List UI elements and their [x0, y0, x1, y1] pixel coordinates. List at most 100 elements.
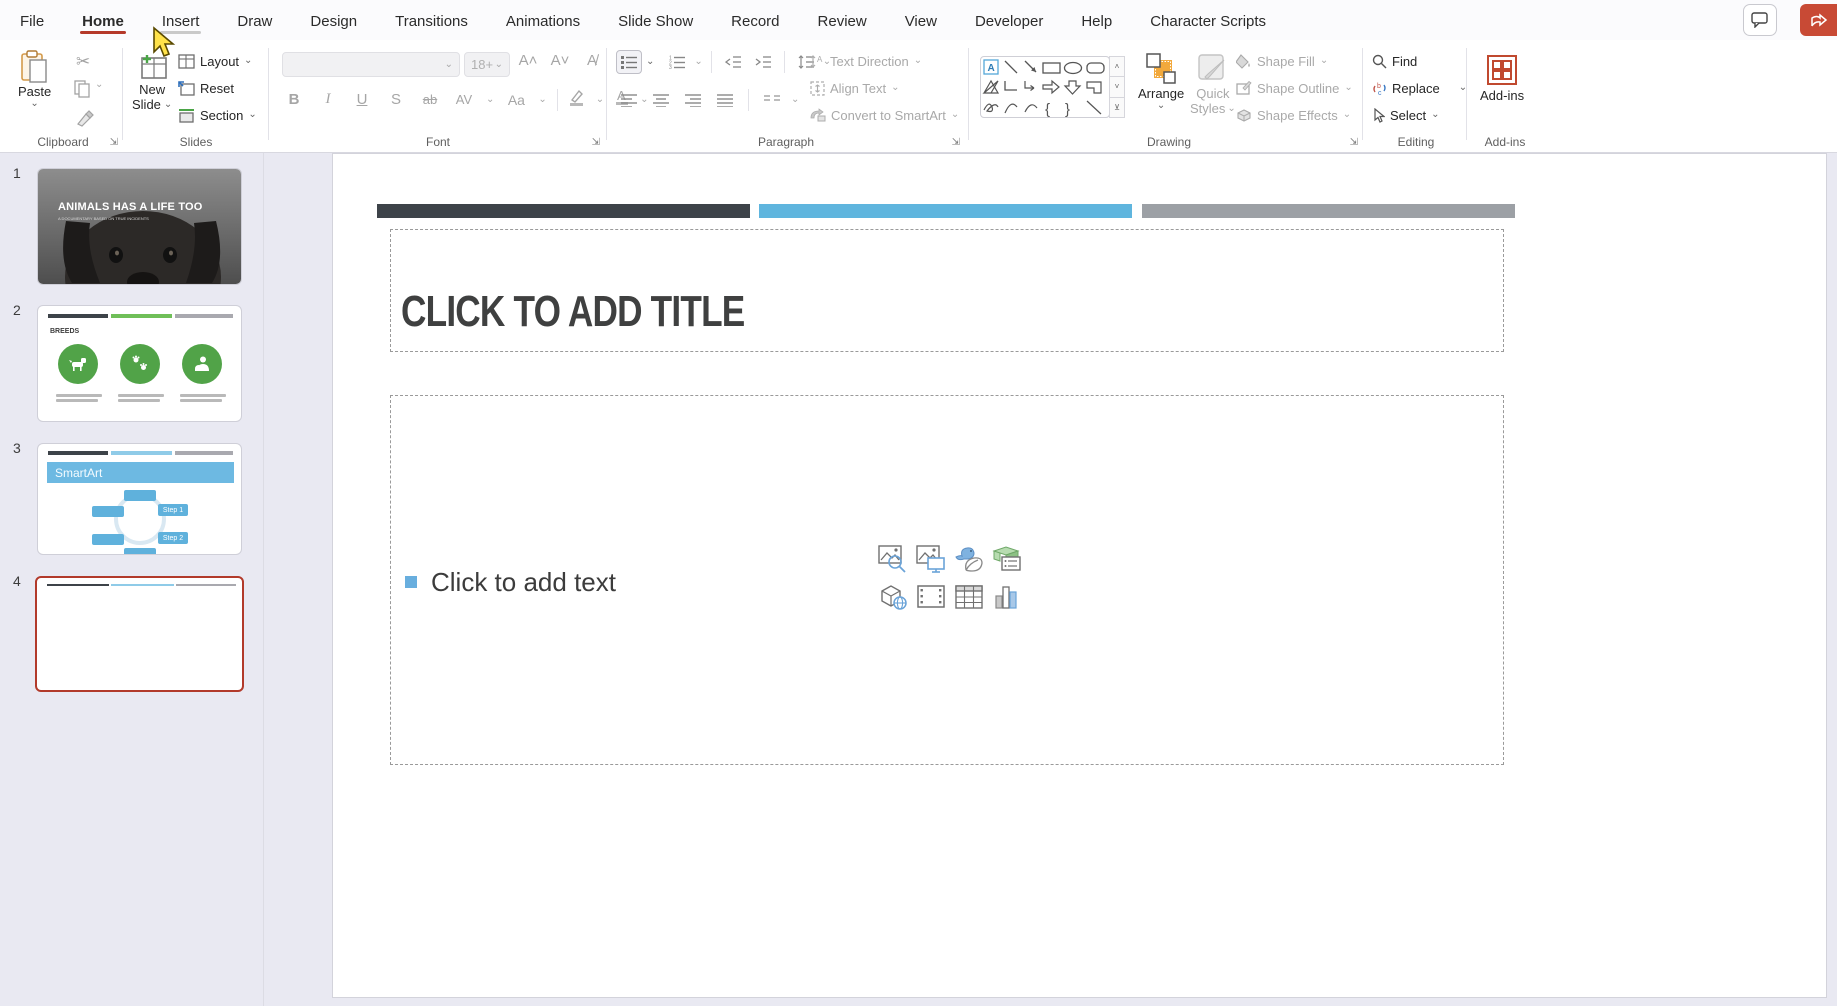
insert-stock-images-button[interactable]: [874, 540, 912, 578]
underline-button[interactable]: U: [350, 91, 374, 108]
columns-button[interactable]: [759, 88, 785, 112]
paste-dropdown[interactable]: ⌄: [30, 99, 38, 109]
shapes-scroll-up[interactable]: ˄: [1109, 56, 1125, 77]
icons-bird-leaf-icon: [954, 545, 984, 573]
numbering-button[interactable]: 1 2 3: [664, 50, 690, 74]
shapes-more-button[interactable]: ⊻: [1109, 98, 1125, 118]
slide-1-thumbnail[interactable]: ANIMALS HAS A LIFE TOO A DOCUMENTARY BAS…: [37, 168, 242, 285]
highlight-color-button[interactable]: [568, 88, 586, 111]
shape-fill-button[interactable]: Shape Fill ⌄: [1236, 48, 1328, 74]
paste-button[interactable]: Paste ⌄: [18, 50, 51, 109]
shrink-font-button[interactable]: A˅: [548, 52, 572, 69]
insert-pictures-button[interactable]: [912, 540, 950, 578]
format-painter-button[interactable]: [76, 110, 94, 133]
shape-fill-icon: [1236, 54, 1252, 69]
font-dialog-launcher[interactable]: ⇲: [592, 137, 600, 148]
slide-bar-dark: [377, 204, 750, 218]
title-placeholder[interactable]: CLICK TO ADD TITLE: [390, 229, 1504, 352]
tab-draw[interactable]: Draw: [235, 4, 274, 37]
menu-tabs: File Home Insert Draw Design Transitions…: [18, 0, 1268, 40]
italic-button[interactable]: I: [316, 91, 340, 108]
replace-button[interactable]: b c Replace ⌄: [1372, 75, 1467, 101]
cut-button[interactable]: ✂: [76, 52, 90, 72]
grow-font-button[interactable]: A˄: [516, 52, 540, 69]
tab-transitions[interactable]: Transitions: [393, 4, 470, 37]
align-center-button[interactable]: [648, 88, 674, 112]
tab-help[interactable]: Help: [1079, 4, 1114, 37]
reset-button[interactable]: Reset: [178, 75, 234, 101]
shapes-scroll-down[interactable]: ˅: [1109, 77, 1125, 97]
align-text-button[interactable]: Align Text ⌄: [810, 75, 900, 101]
increase-indent-button[interactable]: [750, 50, 776, 74]
slide-2-thumbnail[interactable]: BREEDS: [37, 305, 242, 422]
present-share-button[interactable]: [1800, 4, 1837, 36]
align-left-button[interactable]: [616, 88, 642, 112]
new-slide-dropdown[interactable]: ⌄: [164, 100, 172, 110]
insert-smartart-button[interactable]: [988, 540, 1026, 578]
bullets-button[interactable]: [616, 50, 642, 74]
font-size-combo[interactable]: 18+ ⌄: [464, 52, 510, 77]
arrange-button[interactable]: Arrange ⌄: [1138, 52, 1184, 111]
text-direction-button[interactable]: A Text Direction ⌄: [810, 48, 922, 74]
insert-icons-button[interactable]: [950, 540, 988, 578]
insert-chart-button[interactable]: [988, 578, 1026, 616]
font-name-combo[interactable]: ⌄: [282, 52, 460, 77]
smartart-icon: [992, 545, 1022, 573]
change-case-dropdown[interactable]: ⌄: [538, 95, 546, 105]
text-shadow-button[interactable]: S: [384, 91, 408, 108]
tab-view[interactable]: View: [903, 4, 939, 37]
addins-button[interactable]: Add-ins: [1480, 52, 1524, 103]
arrange-dropdown[interactable]: ⌄: [1157, 101, 1165, 111]
layout-icon: [178, 54, 195, 69]
tab-home[interactable]: Home: [80, 4, 126, 37]
decrease-indent-button[interactable]: [720, 50, 746, 74]
tab-file[interactable]: File: [18, 4, 46, 37]
insert-table-button[interactable]: [950, 578, 988, 616]
copy-button[interactable]: ⌄: [74, 80, 103, 98]
insert-video-button[interactable]: [912, 578, 950, 616]
strikethrough-button[interactable]: ab: [418, 92, 442, 107]
tab-slide-show[interactable]: Slide Show: [616, 4, 695, 37]
tab-animations[interactable]: Animations: [504, 4, 582, 37]
tab-review[interactable]: Review: [816, 4, 869, 37]
insert-3d-models-button[interactable]: [874, 578, 912, 616]
copy-dropdown[interactable]: ⌄: [95, 80, 103, 98]
section-button[interactable]: Section ⌄: [178, 102, 257, 128]
slide-4-top-bars: [47, 584, 236, 586]
clipboard-dialog-launcher[interactable]: ⇲: [110, 137, 118, 148]
select-button[interactable]: Select ⌄: [1372, 102, 1440, 128]
comments-button[interactable]: [1743, 4, 1777, 36]
tab-design[interactable]: Design: [308, 4, 359, 37]
slide-editing-canvas[interactable]: CLICK TO ADD TITLE Click to add text: [332, 153, 1827, 998]
slide-3-thumbnail[interactable]: SmartArt Step 1 Step 2: [37, 443, 242, 555]
bullets-dropdown[interactable]: ⌄: [646, 57, 654, 67]
clear-formatting-button[interactable]: A̸: [580, 52, 604, 69]
mouse-cursor: [146, 26, 176, 65]
change-case-button[interactable]: Aa: [504, 92, 528, 108]
quick-styles-button[interactable]: Quick Styles ⌄: [1190, 52, 1236, 116]
align-right-button[interactable]: [680, 88, 706, 112]
tab-character-scripts[interactable]: Character Scripts: [1148, 4, 1268, 37]
character-spacing-dropdown[interactable]: ⌄: [486, 95, 494, 105]
slide-1-title: ANIMALS HAS A LIFE TOO: [58, 201, 203, 213]
tab-developer[interactable]: Developer: [973, 4, 1045, 37]
columns-dropdown[interactable]: ⌄: [791, 95, 799, 105]
layout-button[interactable]: Layout ⌄: [178, 48, 252, 74]
numbering-dropdown[interactable]: ⌄: [694, 57, 702, 67]
shapes-gallery[interactable]: A { }: [980, 56, 1110, 118]
drawing-dialog-launcher[interactable]: ⇲: [1350, 137, 1358, 148]
shape-effects-button[interactable]: Shape Effects ⌄: [1236, 102, 1351, 128]
convert-to-smartart-button[interactable]: Convert to SmartArt ⌄: [810, 102, 959, 128]
justify-button[interactable]: [712, 88, 738, 112]
character-spacing-button[interactable]: AV: [452, 92, 476, 107]
highlight-dropdown[interactable]: ⌄: [596, 95, 604, 105]
shape-outline-button[interactable]: Shape Outline ⌄: [1236, 75, 1353, 101]
slide-4-thumbnail[interactable]: [35, 576, 244, 692]
bold-button[interactable]: B: [282, 91, 306, 108]
find-button[interactable]: Find: [1372, 48, 1417, 74]
reset-label: Reset: [200, 81, 234, 96]
content-placeholder[interactable]: Click to add text: [390, 395, 1504, 765]
svg-text:A: A: [988, 63, 995, 74]
paragraph-dialog-launcher[interactable]: ⇲: [952, 137, 960, 148]
tab-record[interactable]: Record: [729, 4, 781, 37]
